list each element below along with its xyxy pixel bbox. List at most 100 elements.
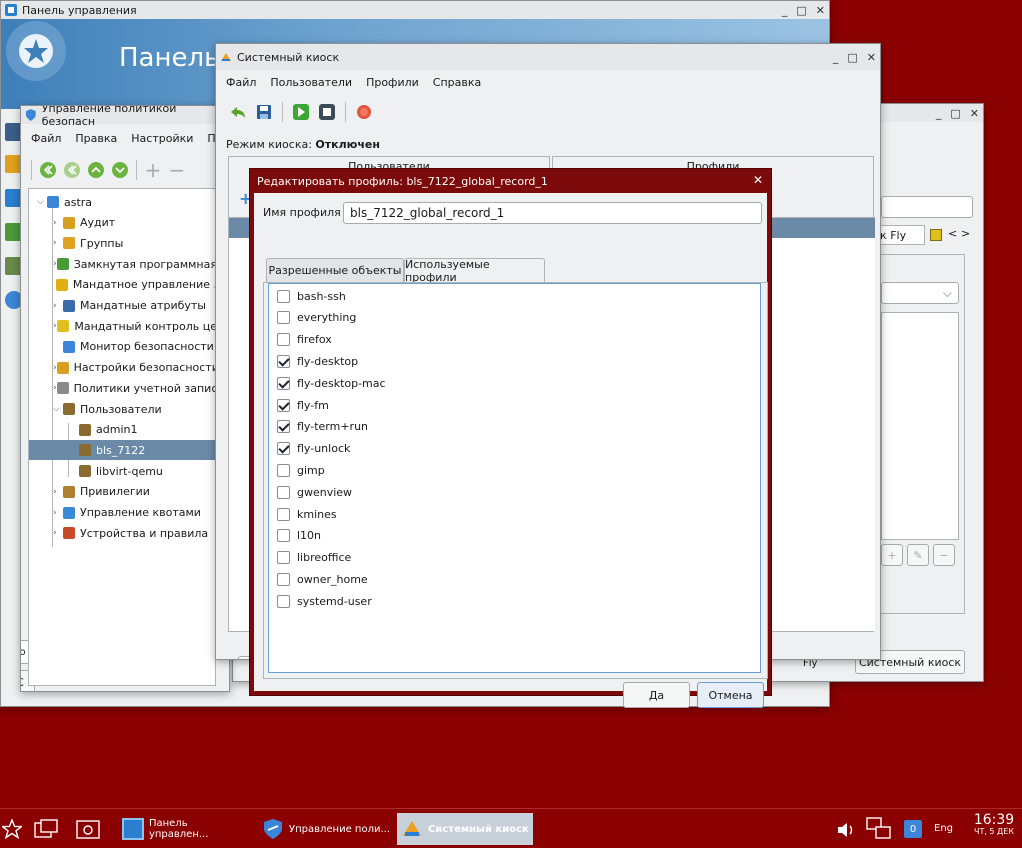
minimize-icon[interactable]: _	[833, 51, 839, 64]
checkbox-unchecked[interactable]	[277, 311, 290, 325]
keyboard-layout[interactable]: Eng	[934, 823, 953, 834]
profile-list-item[interactable]: owner_home	[277, 569, 368, 589]
profile-name-input[interactable]: bls_7122_global_record_1	[343, 202, 762, 224]
tree-item[interactable]: › Мандатные атрибуты	[29, 296, 217, 316]
cancel-button[interactable]: Отмена	[697, 682, 764, 708]
plus-icon[interactable]: +	[143, 158, 163, 182]
tab-allowed-objects[interactable]: Разрешенные объекты	[266, 258, 404, 282]
checkbox-unchecked[interactable]	[277, 529, 290, 543]
task-policy[interactable]: Управление поли...	[258, 813, 390, 845]
maximize-icon[interactable]: □	[847, 51, 857, 64]
checkbox-checked[interactable]	[277, 420, 290, 434]
notification-badge[interactable]: 0	[904, 820, 922, 838]
checkbox-unchecked[interactable]	[277, 572, 290, 586]
kiosk-menu-users[interactable]: Пользователи	[270, 76, 352, 89]
profile-list-item[interactable]: gimp	[277, 460, 325, 480]
chevron-right-icon[interactable]: ›	[53, 218, 63, 228]
tree-item[interactable]: › Мандатный контроль це	[29, 316, 217, 336]
tab-scroll-right-icon[interactable]: >	[961, 227, 970, 240]
tab-used-profiles[interactable]: Используемые профили	[404, 258, 545, 284]
policy-menu-file[interactable]: Файл	[31, 132, 61, 145]
windows-switcher-icon[interactable]	[34, 819, 58, 839]
task-control-panel[interactable]: Панель управлен...	[118, 813, 250, 845]
tree-item[interactable]: › Группы	[29, 233, 217, 253]
ok-button[interactable]: Да	[623, 682, 690, 708]
up-icon[interactable]	[86, 160, 106, 180]
tree-item[interactable]: bls_7122	[29, 440, 217, 461]
dialog-titlebar[interactable]: Редактировать профиль: bls_7122_global_r…	[250, 169, 771, 193]
back-arrow-icon[interactable]	[228, 102, 248, 122]
tree-item[interactable]: ⌵ Пользователи	[29, 399, 217, 419]
profile-list-item[interactable]: systemd-user	[277, 591, 372, 611]
tree-item[interactable]: ⌵ astra	[29, 192, 217, 212]
record-icon[interactable]	[354, 102, 374, 122]
close-icon[interactable]: ✕	[970, 107, 979, 120]
tree-item[interactable]: › Аудит	[29, 213, 217, 233]
checkbox-checked[interactable]	[277, 354, 290, 368]
dialog-close-icon[interactable]: ✕	[753, 173, 763, 187]
tree-item[interactable]: › Политики учетной запис	[29, 378, 217, 398]
close-icon[interactable]: ✕	[816, 4, 825, 17]
profile-list-item[interactable]: fly-fm	[277, 395, 329, 415]
right-search-field[interactable]	[881, 196, 973, 218]
checkbox-unchecked[interactable]	[277, 507, 290, 521]
profile-list-item[interactable]: fly-unlock	[277, 439, 350, 459]
profile-list-item[interactable]: fly-desktop-mac	[277, 373, 386, 393]
kiosk-menu-help[interactable]: Справка	[433, 76, 481, 89]
save-icon[interactable]	[254, 102, 274, 122]
task-kiosk[interactable]: Системный киоск	[397, 813, 533, 845]
profile-list-item[interactable]: gwenview	[277, 482, 352, 502]
clock[interactable]: 16:39 ЧТ, 5 ДЕК	[968, 812, 1020, 837]
profile-list-item[interactable]: firefox	[277, 330, 332, 350]
policy-menu-edit[interactable]: Правка	[75, 132, 117, 145]
right-remove-button[interactable]: −	[933, 544, 955, 566]
checkbox-checked[interactable]	[277, 442, 290, 456]
tree-item[interactable]: › Замкнутая программная	[29, 254, 217, 274]
minimize-icon[interactable]: _	[936, 107, 942, 120]
close-icon[interactable]: ✕	[867, 51, 876, 64]
tab-scroll-left-icon[interactable]: <	[948, 227, 957, 240]
checkbox-checked[interactable]	[277, 398, 290, 412]
first-icon[interactable]	[38, 160, 58, 180]
previous-icon[interactable]	[62, 160, 82, 180]
checkbox-unchecked[interactable]	[277, 289, 290, 303]
tree-item[interactable]: Мандатное управление .	[29, 275, 217, 295]
stop-icon[interactable]	[317, 102, 337, 122]
profile-list-item[interactable]: bash-ssh	[277, 286, 346, 306]
profile-list-item[interactable]: everything	[277, 308, 356, 328]
right-combobox[interactable]: ⌵	[881, 282, 959, 304]
checkbox-unchecked[interactable]	[277, 551, 290, 565]
right-edit-button[interactable]: ✎	[907, 544, 929, 566]
tree-item[interactable]: › Устройства и правила	[29, 523, 217, 543]
down-icon[interactable]	[110, 160, 130, 180]
chevron-right-icon[interactable]: ›	[53, 487, 63, 497]
tree-item[interactable]: libvirt-qemu	[29, 461, 217, 481]
profile-list-item[interactable]: kmines	[277, 504, 337, 524]
chevron-right-icon[interactable]: ›	[53, 301, 63, 311]
chevron-right-icon[interactable]: ›	[53, 238, 63, 248]
tree-item[interactable]: admin1	[29, 420, 217, 440]
kiosk-titlebar[interactable]: Системный киоск _ □ ✕	[216, 44, 880, 70]
start-menu-icon[interactable]	[2, 819, 22, 839]
volume-icon[interactable]	[836, 821, 856, 839]
checkbox-unchecked[interactable]	[277, 333, 290, 347]
chevron-right-icon[interactable]: ›	[53, 528, 63, 538]
chevron-down-icon[interactable]: ⌵	[37, 197, 47, 207]
chevron-down-icon[interactable]: ⌵	[53, 404, 63, 414]
kiosk-menu-profiles[interactable]: Профили	[366, 76, 419, 89]
checkbox-checked[interactable]	[277, 376, 290, 390]
tree-item[interactable]: › Настройки безопасности	[29, 358, 217, 378]
tree-item[interactable]: › Привилегии	[29, 482, 217, 502]
control-panel-titlebar[interactable]: Панель управления _ □ ✕	[1, 1, 829, 19]
chevron-right-icon[interactable]: ›	[53, 508, 63, 518]
right-add-button[interactable]: +	[881, 544, 903, 566]
right-tab-icon[interactable]	[930, 229, 942, 241]
profile-list-item[interactable]: fly-desktop	[277, 351, 358, 371]
profile-list-item[interactable]: l10n	[277, 526, 321, 546]
maximize-icon[interactable]: □	[796, 4, 806, 17]
minimize-icon[interactable]: _	[782, 4, 788, 17]
tree-item[interactable]: › Управление квотами	[29, 503, 217, 523]
checkbox-unchecked[interactable]	[277, 594, 290, 608]
profile-list-item[interactable]: libreoffice	[277, 548, 351, 568]
maximize-icon[interactable]: □	[950, 107, 960, 120]
